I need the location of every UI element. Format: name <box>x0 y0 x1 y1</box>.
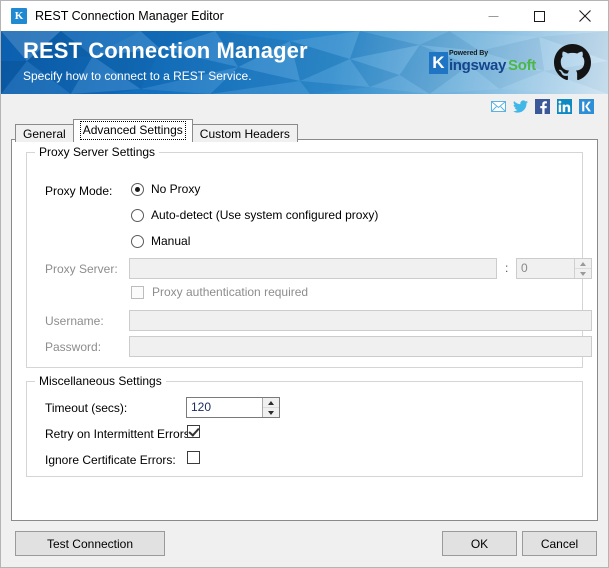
radio-manual-label: Manual <box>151 234 191 248</box>
close-icon[interactable] <box>562 1 608 31</box>
password-input[interactable] <box>129 336 592 357</box>
kingsway-text: ingsway <box>448 57 507 74</box>
retry-errors-checkbox[interactable] <box>187 425 200 438</box>
github-icon[interactable] <box>554 44 591 84</box>
proxy-server-label: Proxy Server: <box>45 262 118 276</box>
ok-button[interactable]: OK <box>442 531 517 556</box>
linkedin-icon[interactable] <box>557 99 572 114</box>
proxy-port-stepper[interactable]: 0 <box>516 258 592 279</box>
tab-custom-headers[interactable]: Custom Headers <box>191 124 298 142</box>
proxy-server-settings-title: Proxy Server Settings <box>35 145 160 159</box>
kingswaysoft-wordmark: Powered By ingsway Soft <box>449 47 536 74</box>
tab-custom-headers-label: Custom Headers <box>199 127 290 141</box>
username-input[interactable] <box>129 310 592 331</box>
retry-errors-indicator <box>187 425 200 438</box>
proxy-auth-required-checkbox[interactable]: Proxy authentication required <box>131 285 308 299</box>
radio-manual-indicator <box>131 234 144 248</box>
proxy-auth-required-indicator <box>131 285 144 299</box>
kingswaysoft-name: ingsway Soft <box>449 58 536 74</box>
miscellaneous-settings-title: Miscellaneous Settings <box>35 374 166 388</box>
test-connection-button[interactable]: Test Connection <box>15 531 165 556</box>
radio-no-proxy-label: No Proxy <box>151 182 201 196</box>
radio-auto-detect-indicator <box>131 208 144 222</box>
miscellaneous-settings-group: Miscellaneous Settings Timeout (secs): 1… <box>26 374 583 477</box>
window-title: REST Connection Manager Editor <box>35 9 224 23</box>
kingswaysoft-logo: K Powered By ingsway Soft <box>428 47 536 74</box>
proxy-auth-required-label: Proxy authentication required <box>152 285 309 299</box>
timeout-increment-icon[interactable] <box>263 398 279 407</box>
kingswaysoft-k-mark: K <box>428 52 448 74</box>
tab-general[interactable]: General <box>15 124 74 142</box>
timeout-value: 120 <box>191 400 212 414</box>
minimize-icon[interactable] <box>470 1 516 31</box>
ignore-certificate-errors-label: Ignore Certificate Errors: <box>45 453 176 467</box>
proxy-server-settings-group: Proxy Server Settings Proxy Mode: No Pro… <box>26 145 592 368</box>
tab-panel-advanced-settings: Proxy Server Settings Proxy Mode: No Pro… <box>11 139 598 521</box>
timeout-stepper[interactable]: 120 <box>186 397 280 418</box>
proxy-port-increment-icon[interactable] <box>575 259 591 268</box>
password-label: Password: <box>45 340 102 354</box>
proxy-port-spin-buttons <box>574 259 591 278</box>
email-icon[interactable] <box>491 99 506 114</box>
radio-auto-detect[interactable]: Auto-detect (Use system configured proxy… <box>131 208 378 222</box>
product-banner: REST Connection Manager Specify how to c… <box>1 31 608 94</box>
twitter-icon[interactable] <box>513 99 528 114</box>
dialog-footer: Test Connection OK Cancel <box>1 521 608 567</box>
title-bar: K REST Connection Manager Editor <box>1 1 608 31</box>
proxy-port-value: 0 <box>521 261 528 275</box>
window-controls <box>470 1 608 31</box>
proxy-mode-label: Proxy Mode: <box>45 184 113 198</box>
timeout-spin-buttons <box>262 398 279 417</box>
ignore-certificate-errors-indicator <box>187 451 200 464</box>
facebook-icon[interactable] <box>535 99 550 114</box>
tab-area: General Advanced Settings Custom Headers… <box>1 119 608 521</box>
proxy-port-separator: : <box>505 261 509 275</box>
radio-no-proxy[interactable]: No Proxy <box>131 182 200 196</box>
timeout-label: Timeout (secs): <box>45 401 128 415</box>
tab-strip: General Advanced Settings Custom Headers <box>11 119 598 142</box>
tab-advanced-settings-label: Advanced Settings <box>79 121 186 140</box>
maximize-icon[interactable] <box>516 1 562 31</box>
banner-title: REST Connection Manager <box>23 38 308 63</box>
proxy-server-input[interactable] <box>129 258 497 279</box>
rest-connection-manager-editor-window: K REST Connection Manager Editor REST Co… <box>0 0 609 568</box>
cancel-button[interactable]: Cancel <box>522 531 597 556</box>
kingswaysoft-icon[interactable] <box>579 99 594 114</box>
username-label: Username: <box>45 314 104 328</box>
radio-manual[interactable]: Manual <box>131 234 190 248</box>
tab-general-label: General <box>23 127 66 141</box>
soft-text: Soft <box>508 57 536 74</box>
banner-text-block: REST Connection Manager Specify how to c… <box>23 37 308 85</box>
proxy-port-decrement-icon[interactable] <box>575 268 591 278</box>
radio-no-proxy-indicator <box>131 182 144 196</box>
social-links-row <box>1 94 608 119</box>
banner-subtitle: Specify how to connect to a REST Service… <box>23 69 252 83</box>
tab-advanced-settings[interactable]: Advanced Settings <box>72 119 193 140</box>
radio-auto-detect-label: Auto-detect (Use system configured proxy… <box>151 208 379 222</box>
app-icon: K <box>11 8 27 24</box>
retry-errors-label: Retry on Intermittent Errors: <box>45 427 194 441</box>
ignore-certificate-errors-checkbox[interactable] <box>187 451 200 464</box>
timeout-decrement-icon[interactable] <box>263 407 279 417</box>
